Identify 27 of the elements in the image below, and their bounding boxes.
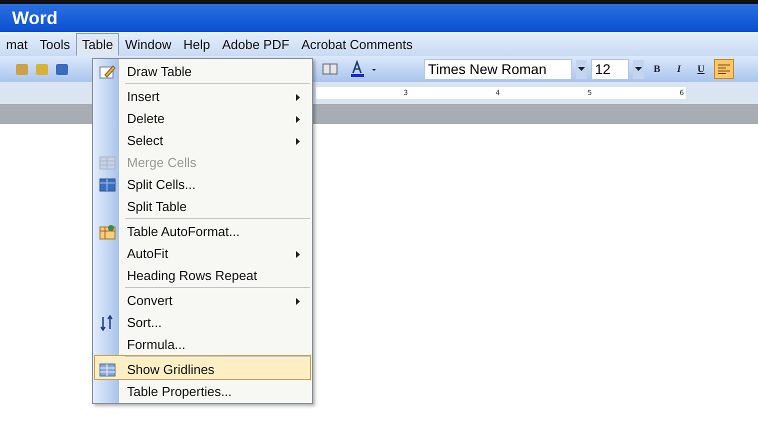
menu-item[interactable]: Window xyxy=(119,32,178,56)
menu-item[interactable]: Table AutoFormat... xyxy=(94,217,311,242)
font-field[interactable]: Times New Roman xyxy=(424,58,572,80)
menu-item[interactable]: Table Properties... xyxy=(94,380,311,402)
menu-item[interactable]: Heading Rows Repeat xyxy=(94,264,311,286)
menu-item[interactable]: Acrobat Comments xyxy=(295,32,419,56)
format-button[interactable]: B xyxy=(648,60,666,78)
format-button[interactable]: I xyxy=(670,60,688,78)
menu-item[interactable]: Sort... xyxy=(94,311,311,333)
menu-item[interactable]: Show Gridlines xyxy=(94,355,311,380)
menu-item[interactable]: Draw Table xyxy=(94,60,311,82)
menu-item[interactable]: mat xyxy=(0,32,34,56)
menu-item[interactable]: Tools xyxy=(34,32,76,56)
menu-item[interactable]: Adobe PDF xyxy=(216,32,296,56)
font-size-field[interactable]: 12 xyxy=(591,58,629,80)
window-title: Word xyxy=(12,8,58,28)
menu-item[interactable]: Split Table xyxy=(94,195,311,217)
menu-item[interactable]: Delete xyxy=(94,107,311,129)
menu-item[interactable]: Help xyxy=(177,32,216,56)
format-button[interactable]: U xyxy=(692,60,710,78)
menu-item[interactable]: Split Cells... xyxy=(94,173,311,195)
menu-item[interactable]: Formula... xyxy=(94,333,311,355)
menu-item[interactable]: Select xyxy=(94,129,311,151)
menu-item[interactable]: Insert xyxy=(94,82,311,107)
menu-item[interactable]: Table xyxy=(76,32,120,56)
menu-item[interactable]: AutoFit xyxy=(94,242,311,264)
menu-item[interactable]: Convert xyxy=(94,286,311,311)
